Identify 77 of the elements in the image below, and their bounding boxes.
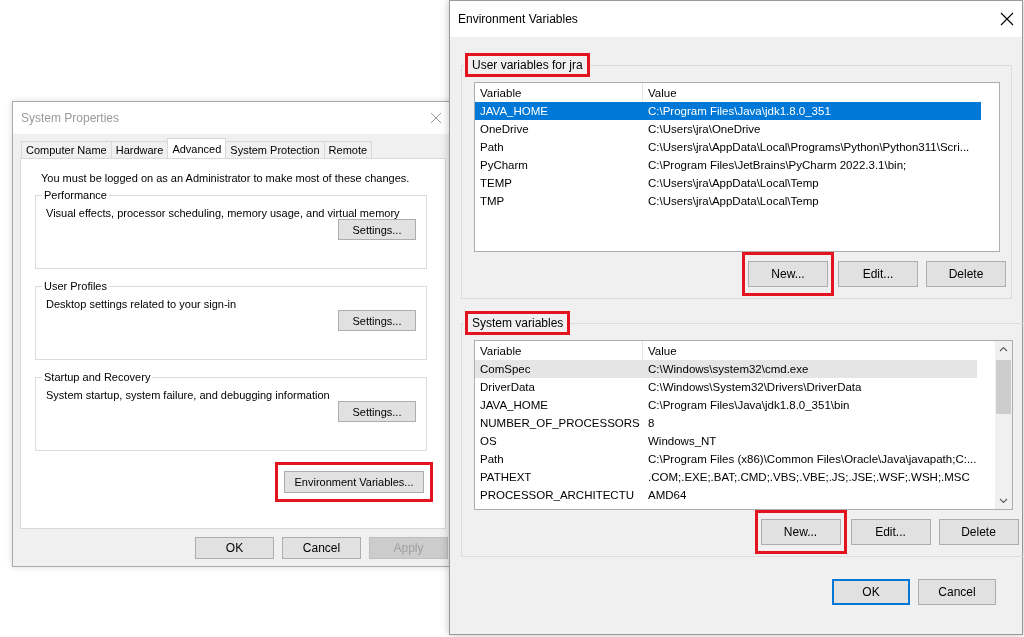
column-header[interactable]: Value: [643, 341, 677, 360]
group-description: Visual effects, processor scheduling, memory usage, and virtual memory: [46, 207, 401, 219]
dialog-button[interactable]: Cancel: [282, 537, 361, 559]
variable-name: PATHEXT: [479, 469, 533, 485]
column-header[interactable]: Value: [643, 83, 677, 102]
variable-row[interactable]: JAVA_HOME C:\Program Files\Java\jdk1.8.0_351: [475, 102, 981, 120]
variable-value: .COM;.EXE;.BAT;.CMD;.VBS;.VBE;.JS;.JSE;.WSF;.WSH;.MSC: [647, 469, 970, 485]
variable-row[interactable]: NUMBER_OF_PROCESSORS 8: [475, 414, 977, 432]
variable-name: JAVA_HOME: [479, 397, 549, 413]
variable-name: ComSpec: [479, 361, 532, 377]
variable-name: TEMP: [479, 175, 513, 191]
group-description: Desktop settings related to your sign-in: [46, 298, 238, 310]
variable-row[interactable]: OS Windows_NT: [475, 432, 977, 450]
tab[interactable]: Computer Name: [21, 141, 112, 158]
scrollbar[interactable]: [994, 341, 1012, 509]
variable-row[interactable]: Path C:\Program Files (x86)\Common Files\Oracle\Java\javapath;C:...: [475, 450, 977, 468]
settings-button[interactable]: Settings...: [338, 310, 416, 331]
dialog-button[interactable]: Cancel: [918, 579, 996, 605]
group-description: System startup, system failure, and debugging information: [46, 389, 331, 401]
group-title: Startup and Recovery: [44, 371, 151, 383]
list-action-button[interactable]: Edit...: [850, 519, 931, 545]
variable-row[interactable]: PROCESSOR_ARCHITECTU AMD64: [475, 486, 977, 504]
list-action-button[interactable]: Delete: [938, 519, 1019, 545]
variable-row[interactable]: Path C:\Users\jra\AppData\Local\Programs\Python\Python311\Scri...: [475, 138, 981, 156]
variable-row[interactable]: TEMP C:\Users\jra\AppData\Local\Temp: [475, 174, 981, 192]
variable-value: C:\Program Files (x86)\Common Files\Oracle\Java\javapath;C:...: [647, 451, 977, 467]
list-action-button[interactable]: Delete: [926, 261, 1006, 287]
scroll-up-icon[interactable]: [998, 346, 1008, 352]
dialog-button[interactable]: OK: [195, 537, 274, 559]
variable-name: OS: [479, 433, 498, 449]
group-title: Performance: [44, 189, 107, 201]
close-icon[interactable]: [1000, 12, 1014, 26]
variable-name: TMP: [479, 193, 506, 209]
variable-value: C:\Program Files\JetBrains\PyCharm 2022.3.1\bin;: [647, 157, 907, 173]
list-action-button[interactable]: Edit...: [838, 261, 918, 287]
window-title: Environment Variables: [458, 12, 578, 26]
variable-name: NUMBER_OF_PROCESSORS: [479, 415, 641, 431]
tab[interactable]: Advanced: [167, 138, 227, 158]
variable-row[interactable]: ComSpec C:\Windows\system32\cmd.exe: [475, 360, 977, 378]
variable-value: C:\Users\jra\AppData\Local\Programs\Python\Python311\Scri...: [647, 139, 970, 155]
group-title: User Profiles: [44, 280, 107, 292]
variable-row[interactable]: TMP C:\Users\jra\AppData\Local\Temp: [475, 192, 981, 210]
variable-value: Windows_NT: [647, 433, 717, 449]
group-title: User variables for jra: [472, 58, 583, 72]
variable-value: AMD64: [647, 487, 687, 503]
variable-row[interactable]: PyCharm C:\Program Files\JetBrains\PyCharm 2022.3.1\bin;: [475, 156, 981, 174]
variable-value: C:\Program Files\Java\jdk1.8.0_351: [647, 103, 831, 119]
variable-name: DriverData: [479, 379, 536, 395]
tab[interactable]: System Protection: [225, 141, 325, 158]
variable-row[interactable]: DriverData C:\Windows\System32\Drivers\DriverData: [475, 378, 977, 396]
variable-name: OneDrive: [479, 121, 530, 137]
variable-value: C:\Users\jra\OneDrive: [647, 121, 761, 137]
variable-row[interactable]: PATHEXT .COM;.EXE;.BAT;.CMD;.VBS;.VBE;.JS;.JSE;.WSF;.WSH;.MSC: [475, 468, 977, 486]
list-action-button[interactable]: New...: [760, 519, 841, 545]
variable-value: C:\Windows\system32\cmd.exe: [647, 361, 809, 377]
variable-name: Path: [479, 139, 505, 155]
variable-value: C:\Program Files\Java\jdk1.8.0_351\bin: [647, 397, 850, 413]
dialog-button[interactable]: OK: [832, 579, 910, 605]
scroll-down-icon[interactable]: [998, 498, 1008, 504]
variable-value: 8: [647, 415, 655, 431]
variable-name: PROCESSOR_ARCHITECTU: [479, 487, 635, 503]
group-title: System variables: [472, 316, 564, 330]
variable-value: C:\Users\jra\AppData\Local\Temp: [647, 175, 819, 191]
environment-variables-button[interactable]: Environment Variables...: [284, 471, 424, 493]
variable-value: C:\Users\jra\AppData\Local\Temp: [647, 193, 819, 209]
list-action-button[interactable]: New...: [748, 261, 828, 287]
variable-value: C:\Windows\System32\Drivers\DriverData: [647, 379, 862, 395]
settings-button[interactable]: Settings...: [338, 219, 416, 240]
tab[interactable]: Remote: [323, 141, 373, 158]
settings-button[interactable]: Settings...: [338, 401, 416, 422]
variable-name: PyCharm: [479, 157, 529, 173]
variable-row[interactable]: JAVA_HOME C:\Program Files\Java\jdk1.8.0_351\bin: [475, 396, 977, 414]
notice-text: You must be logged on as an Administrator to make most of these changes.: [40, 172, 411, 184]
variable-name: Path: [479, 451, 505, 467]
window-title: System Properties: [21, 111, 120, 125]
variable-name: JAVA_HOME: [479, 103, 549, 119]
variable-row[interactable]: OneDrive C:\Users\jra\OneDrive: [475, 120, 981, 138]
